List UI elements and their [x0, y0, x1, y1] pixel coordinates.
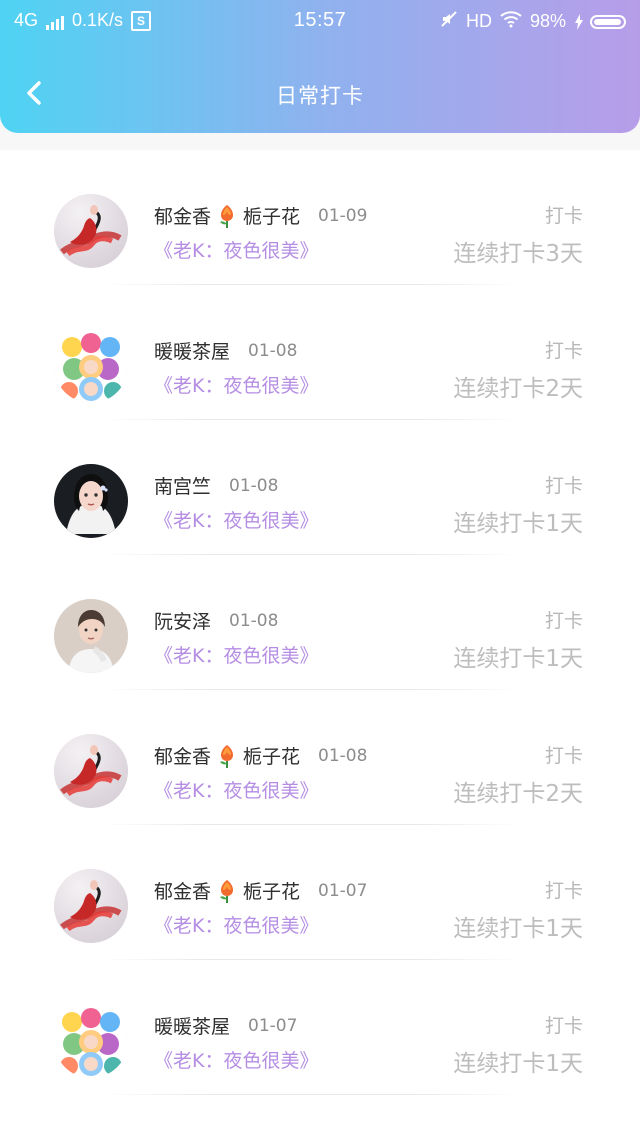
status-bar: 4G 0.1K/s S 15:57 HD 98%	[0, 0, 640, 42]
name-line: 郁金香 栀子花 01-09	[154, 202, 367, 229]
name-line: 郁金香 栀子花 01-07	[154, 877, 367, 904]
list-item[interactable]: 阮安泽 01-08 《老K：夜色很美》 打卡 连续打卡1天	[0, 555, 640, 690]
book-title-link[interactable]: 《老K：夜色很美》	[154, 641, 318, 668]
avatar-group-icon	[54, 1004, 128, 1078]
hd-label: HD	[465, 11, 492, 31]
avatar-red-dress-icon	[54, 194, 128, 268]
avatar[interactable]	[54, 734, 128, 808]
checkin-date: 01-08	[229, 475, 279, 496]
wifi-icon	[500, 10, 522, 33]
checkin-date: 01-07	[318, 880, 368, 901]
list-item[interactable]: 郁金香 栀子花 01-09 《老K：夜色很美》 打卡 连续打卡3天	[0, 150, 640, 285]
tulip-icon	[220, 879, 234, 903]
avatar[interactable]	[54, 599, 128, 673]
user-name: 郁金香	[154, 206, 212, 228]
book-title-link[interactable]: 《老K：夜色很美》	[154, 506, 318, 533]
avatar-red-dress-icon	[54, 734, 128, 808]
checkin-action[interactable]: 打卡	[545, 336, 583, 363]
streak-text: 连续打卡1天	[453, 916, 583, 942]
avatar[interactable]	[54, 1004, 128, 1078]
checkin-date: 01-07	[248, 1015, 298, 1036]
book-title-link[interactable]: 《老K：夜色很美》	[154, 236, 318, 263]
checkin-action[interactable]: 打卡	[545, 471, 583, 498]
user-name: 暖暖茶屋	[154, 1016, 231, 1038]
tulip-icon	[220, 744, 234, 768]
tulip-icon	[220, 204, 234, 228]
list-item[interactable]: 郁金香 栀子花 01-07 《老K：夜色很美》 打卡 连续打卡1天	[0, 825, 640, 960]
name-line: 暖暖茶屋 01-08	[154, 337, 297, 364]
avatar[interactable]	[54, 329, 128, 403]
page-title: 日常打卡	[276, 84, 364, 108]
name-line: 阮安泽 01-08	[154, 607, 278, 634]
streak-text: 连续打卡2天	[453, 781, 583, 807]
streak-text: 连续打卡1天	[453, 511, 583, 537]
book-title-link[interactable]: 《老K：夜色很美》	[154, 776, 318, 803]
user-name: 南宫竺	[154, 476, 212, 498]
avatar-man-icon	[54, 599, 128, 673]
checkin-date: 01-08	[248, 340, 298, 361]
user-name-suffix: 栀子花	[243, 746, 301, 768]
streak-text: 连续打卡1天	[453, 646, 583, 672]
checkin-list: 郁金香 栀子花 01-09 《老K：夜色很美》 打卡 连续打卡3天 暖暖茶屋 0…	[0, 150, 640, 1138]
checkin-date: 01-08	[229, 610, 279, 631]
avatar-group-icon	[54, 329, 128, 403]
checkin-date: 01-09	[318, 205, 368, 226]
list-item[interactable]: 南宫竺 01-08 《老K：夜色很美》 打卡 连续打卡1天	[0, 420, 640, 555]
list-item[interactable]: 郁金香 栀子花 01-08 《老K：夜色很美》 打卡 连续打卡2天	[0, 690, 640, 825]
status-right: HD 98%	[440, 10, 626, 33]
avatar-red-dress-icon	[54, 869, 128, 943]
user-name-suffix: 栀子花	[243, 881, 301, 903]
book-title-link[interactable]: 《老K：夜色很美》	[154, 371, 318, 398]
user-name: 暖暖茶屋	[154, 341, 231, 363]
nav-bar: 日常打卡	[0, 58, 640, 132]
book-title-link[interactable]: 《老K：夜色很美》	[154, 1046, 318, 1073]
checkin-action[interactable]: 打卡	[545, 1011, 583, 1038]
header: 4G 0.1K/s S 15:57 HD 98% 日常打卡	[0, 0, 640, 133]
list-item[interactable]: 暖暖茶屋 01-08 《老K：夜色很美》 打卡 连续打卡2天	[0, 285, 640, 420]
name-line: 郁金香 栀子花 01-08	[154, 742, 367, 769]
name-line: 南宫竺 01-08	[154, 472, 278, 499]
checkin-date: 01-08	[318, 745, 368, 766]
checkin-action[interactable]: 打卡	[545, 606, 583, 633]
streak-text: 连续打卡1天	[453, 1051, 583, 1077]
checkin-action[interactable]: 打卡	[545, 201, 583, 228]
avatar-woman-icon	[54, 464, 128, 538]
battery-icon	[574, 13, 626, 30]
avatar[interactable]	[54, 194, 128, 268]
checkin-action[interactable]: 打卡	[545, 741, 583, 768]
user-name-suffix: 栀子花	[243, 206, 301, 228]
battery-percent: 98%	[529, 11, 566, 31]
avatar[interactable]	[54, 869, 128, 943]
user-name: 阮安泽	[154, 611, 212, 633]
book-title-link[interactable]: 《老K：夜色很美》	[154, 911, 318, 938]
streak-text: 连续打卡3天	[453, 241, 583, 267]
name-line: 暖暖茶屋 01-07	[154, 1012, 297, 1039]
user-name: 郁金香	[154, 746, 212, 768]
mute-icon	[440, 10, 458, 33]
divider	[100, 1094, 520, 1095]
list-item[interactable]: 暖暖茶屋 01-07 《老K：夜色很美》 打卡 连续打卡1天	[0, 960, 640, 1095]
streak-text: 连续打卡2天	[453, 376, 583, 402]
checkin-action[interactable]: 打卡	[545, 876, 583, 903]
avatar[interactable]	[54, 464, 128, 538]
user-name: 郁金香	[154, 881, 212, 903]
